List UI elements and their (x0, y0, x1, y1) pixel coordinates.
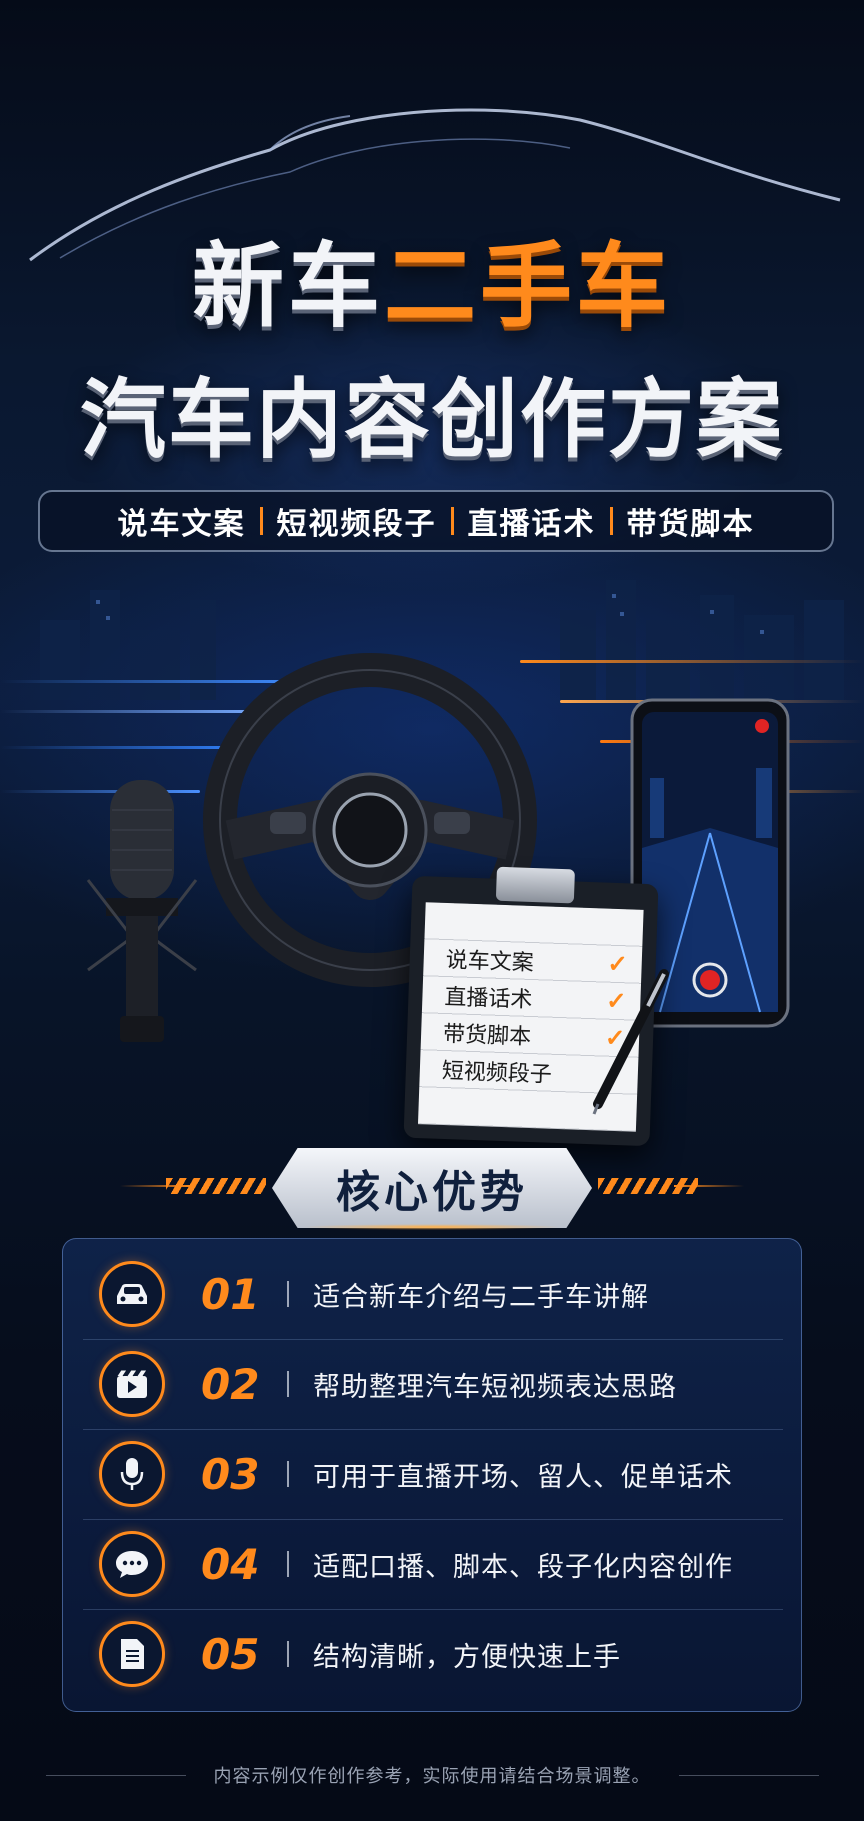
chat-icon (99, 1531, 165, 1597)
item-separator (287, 1461, 289, 1487)
item-number: 05 (201, 1629, 260, 1679)
stripe-decoration (166, 1178, 266, 1194)
advantage-item: 04 适配口播、脚本、段子化内容创作 (63, 1519, 803, 1609)
page-title-line2: 汽车内容创作方案 (80, 370, 784, 470)
footer-line (45, 1774, 186, 1776)
clipboard-clamp (495, 866, 575, 904)
advantage-item: 03 可用于直播开场、留人、促单话术 (63, 1429, 803, 1519)
divider-line (674, 1185, 744, 1187)
item-separator (287, 1281, 289, 1307)
tag-item: 直播话术 (467, 507, 596, 542)
tag-item: 带货脚本 (626, 507, 755, 542)
advantage-item: 02 帮助整理汽车短视频表达思路 (63, 1339, 803, 1429)
light-streak (520, 660, 864, 663)
item-number: 01 (201, 1269, 260, 1319)
microphone-illustration (86, 780, 198, 1042)
car-icon (99, 1261, 165, 1327)
tag-bar: 说车文案 短视频段子 直播话术 带货脚本 (38, 490, 834, 552)
video-icon (99, 1351, 165, 1417)
tag-item: 说车文案 (117, 507, 246, 542)
item-number: 02 (201, 1359, 260, 1409)
item-separator (287, 1551, 289, 1577)
page-title-line1: 新车二手车 (191, 233, 673, 340)
item-number: 03 (201, 1449, 260, 1499)
footer-line (678, 1774, 819, 1776)
advantages-heading-plate: 核心优势 (272, 1148, 592, 1228)
item-number: 04 (201, 1539, 260, 1589)
pen-illustration (592, 969, 669, 1115)
item-text: 适配口播、脚本、段子化内容创作 (313, 1551, 733, 1583)
advantages-heading: 核心优势 (0, 1148, 864, 1234)
advantages-panel: 01 适合新车介绍与二手车讲解 02 帮助整理汽车短视频表达思路 03 可用于直… (62, 1238, 802, 1712)
glow-decoration (300, 1224, 564, 1230)
item-text: 帮助整理汽车短视频表达思路 (313, 1371, 677, 1403)
section-title: 核心优势 (336, 1167, 528, 1218)
item-separator (287, 1371, 289, 1397)
footer: 内容示例仅作创作参考，实际使用请结合场景调整。 (0, 1762, 864, 1788)
microphone-icon (99, 1441, 165, 1507)
document-icon (99, 1621, 165, 1687)
light-streak (0, 746, 230, 749)
item-text: 可用于直播开场、留人、促单话术 (313, 1461, 733, 1493)
item-text: 结构清晰，方便快速上手 (313, 1641, 621, 1673)
item-text: 适合新车介绍与二手车讲解 (313, 1281, 649, 1313)
advantage-item: 05 结构清晰，方便快速上手 (63, 1609, 803, 1699)
footer-note: 内容示例仅作创作参考，实际使用请结合场景调整。 (213, 1766, 651, 1787)
advantage-item: 01 适合新车介绍与二手车讲解 (63, 1249, 803, 1339)
tag-item: 短视频段子 (276, 507, 437, 542)
item-separator (287, 1641, 289, 1667)
